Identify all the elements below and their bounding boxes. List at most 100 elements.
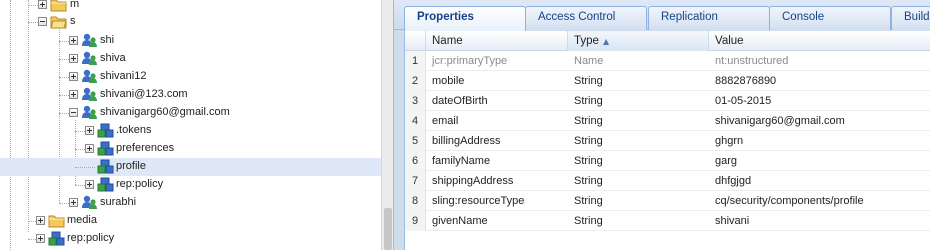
row-number: 4	[405, 111, 426, 131]
cell-type[interactable]: String	[568, 151, 709, 171]
row-number: 3	[405, 91, 426, 111]
cell-type[interactable]: String	[568, 191, 709, 211]
column-header-name[interactable]: Name	[426, 31, 568, 51]
cell-name[interactable]: jcr:primaryType	[426, 51, 568, 71]
cell-name[interactable]: billingAddress	[426, 131, 568, 151]
grid-header: Name Type ▲ Value	[405, 31, 930, 51]
cell-value[interactable]: 01-05-2015	[709, 91, 930, 111]
tree-node-label: shivani@123.com	[100, 88, 188, 100]
node-icon	[97, 159, 114, 174]
tree-node-preferences[interactable]: preferences	[0, 140, 381, 158]
node-icon	[48, 231, 65, 246]
cell-type[interactable]: String	[568, 71, 709, 91]
cell-value[interactable]: cq/security/components/profile	[709, 191, 930, 211]
tree-node-tokens[interactable]: .tokens	[0, 122, 381, 140]
tree-node-shivanigarg60[interactable]: shivanigarg60@gmail.com	[0, 104, 381, 122]
cell-name[interactable]: shippingAddress	[426, 171, 568, 191]
column-header-type[interactable]: Type ▲	[568, 31, 709, 51]
cell-name[interactable]: sling:resourceType	[426, 191, 568, 211]
tree-node-s[interactable]: s	[0, 13, 381, 31]
tree-node-rep-policy-root[interactable]: rep:policy	[0, 230, 381, 248]
tab-bar: Properties Access Control Replication Co…	[394, 0, 930, 31]
cell-value[interactable]: shivanigarg60@gmail.com	[709, 111, 930, 131]
cell-value[interactable]: nt:unstructured	[709, 51, 930, 71]
user-node-icon	[81, 69, 98, 84]
table-row[interactable]: 3 dateOfBirth String 01-05-2015	[405, 91, 930, 111]
tree-node-label: s	[70, 15, 76, 27]
tab-label: Build	[904, 11, 930, 23]
tree-node-shiva[interactable]: shiva	[0, 50, 381, 68]
tree-node-profile[interactable]: profile	[0, 158, 381, 176]
expand-toggle-icon[interactable]	[69, 72, 78, 81]
cell-value[interactable]: ghgrn	[709, 131, 930, 151]
table-row[interactable]: 2 mobile String 8882876890	[405, 71, 930, 91]
table-row[interactable]: 4 email String shivanigarg60@gmail.com	[405, 111, 930, 131]
cell-name[interactable]: dateOfBirth	[426, 91, 568, 111]
row-number: 7	[405, 171, 426, 191]
table-row[interactable]: 8 sling:resourceType String cq/security/com…	[405, 191, 930, 211]
table-row[interactable]: 5 billingAddress String ghgrn	[405, 131, 930, 151]
sort-ascending-icon: ▲	[602, 37, 610, 46]
tree-node-label: shi	[100, 34, 115, 46]
cell-name[interactable]: mobile	[426, 71, 568, 91]
folder-icon	[48, 213, 65, 228]
tree-node-label: shivanigarg60@gmail.com	[100, 106, 230, 118]
row-number: 9	[405, 211, 426, 231]
cell-type[interactable]: String	[568, 211, 709, 231]
expand-toggle-icon[interactable]	[36, 216, 45, 225]
expand-toggle-icon[interactable]	[69, 90, 78, 99]
tab-access-control[interactable]: Access Control	[525, 6, 647, 30]
column-header-value[interactable]: Value	[709, 31, 930, 51]
cell-type[interactable]: String	[568, 91, 709, 111]
tab-replication[interactable]: Replication	[648, 6, 770, 30]
tree-node-label: .tokens	[116, 124, 152, 136]
cell-value[interactable]: dhfgjgd	[709, 171, 930, 191]
tree-node-label: media	[67, 214, 97, 226]
table-row[interactable]: 6 familyName String garg	[405, 151, 930, 171]
expand-toggle-icon[interactable]	[36, 234, 45, 243]
expand-toggle-icon[interactable]	[38, 0, 47, 9]
expand-toggle-icon[interactable]	[85, 180, 94, 189]
cell-name[interactable]: givenName	[426, 211, 568, 231]
expand-toggle-icon[interactable]	[85, 144, 94, 153]
tree-node-surabhi[interactable]: surabhi	[0, 194, 381, 212]
cell-name[interactable]: email	[426, 111, 568, 131]
node-icon	[97, 123, 114, 138]
expand-toggle-icon[interactable]	[69, 36, 78, 45]
cell-type[interactable]: String	[568, 131, 709, 151]
tree-node-shivani-123[interactable]: shivani@123.com	[0, 86, 381, 104]
cell-name[interactable]: familyName	[426, 151, 568, 171]
properties-panel: Properties Access Control Replication Co…	[393, 0, 930, 250]
folder-open-icon	[50, 14, 67, 29]
user-node-icon	[81, 195, 98, 210]
tree-node-shi[interactable]: shi	[0, 32, 381, 50]
tab-console[interactable]: Console	[769, 6, 891, 30]
cell-value[interactable]: garg	[709, 151, 930, 171]
cell-value[interactable]: 8882876890	[709, 71, 930, 91]
tree-node-media[interactable]: media	[0, 212, 381, 230]
folder-icon	[50, 0, 67, 12]
collapse-toggle-icon[interactable]	[69, 108, 78, 117]
row-number: 5	[405, 131, 426, 151]
cell-value[interactable]: shivani	[709, 211, 930, 231]
tab-properties[interactable]: Properties	[404, 6, 526, 31]
expand-toggle-icon[interactable]	[69, 54, 78, 63]
cell-type[interactable]: String	[568, 171, 709, 191]
properties-grid: Name Type ▲ Value 1 jcr:primaryType Name nt:…	[404, 31, 930, 250]
cell-type[interactable]: Name	[568, 51, 709, 71]
tree-node-m[interactable]: m	[0, 0, 381, 14]
tree-scrollbar-thumb[interactable]	[384, 208, 392, 250]
tree-node-label: surabhi	[100, 196, 137, 208]
node-icon	[97, 141, 114, 156]
expand-toggle-icon[interactable]	[85, 126, 94, 135]
tab-build[interactable]: Build	[891, 6, 930, 30]
expand-toggle-icon[interactable]	[69, 198, 78, 207]
collapse-toggle-icon[interactable]	[38, 17, 47, 26]
tree-scrollbar[interactable]	[381, 0, 393, 250]
table-row[interactable]: 9 givenName String shivani	[405, 211, 930, 231]
table-row[interactable]: 1 jcr:primaryType Name nt:unstructured	[405, 51, 930, 71]
tree-node-rep-policy[interactable]: rep:policy	[0, 176, 381, 194]
cell-type[interactable]: String	[568, 111, 709, 131]
tree-node-shivani12[interactable]: shivani12	[0, 68, 381, 86]
table-row[interactable]: 7 shippingAddress String dhfgjgd	[405, 171, 930, 191]
